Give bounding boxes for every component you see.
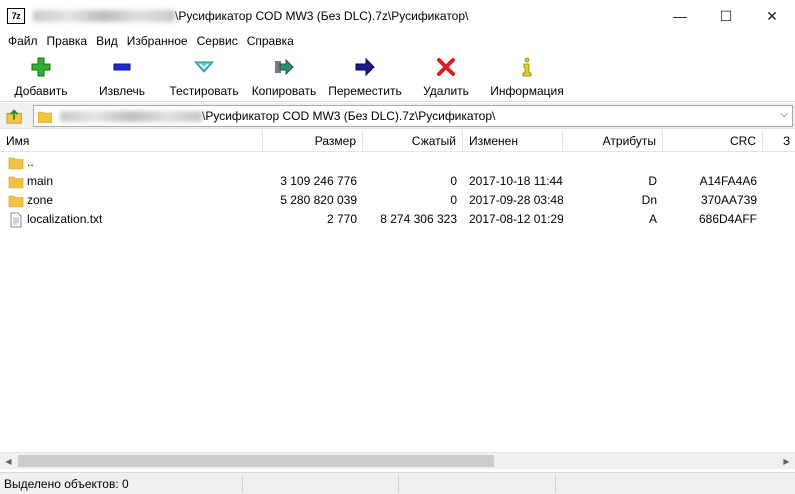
- file-attributes: A: [648, 212, 657, 226]
- app-icon: 7z: [7, 8, 25, 24]
- folder-icon: [8, 176, 24, 188]
- address-path-blurred: [60, 110, 202, 122]
- column-name[interactable]: Имя: [0, 130, 263, 152]
- file-list: Имя Размер Сжатый Изменен Атрибуты CRC З…: [0, 130, 795, 452]
- add-icon: [31, 57, 51, 77]
- file-attributes: Dn: [641, 193, 657, 207]
- status-bar: Выделено объектов: 0: [0, 472, 795, 494]
- list-item[interactable]: localization.txt 2 770 8 274 306 323 201…: [0, 210, 795, 229]
- list-item[interactable]: ..: [0, 153, 795, 172]
- column-size[interactable]: Размер: [263, 130, 363, 152]
- list-item[interactable]: main 3 109 246 776 0 2017-10-18 11:44 D …: [0, 172, 795, 191]
- copy-arrow-icon: [275, 58, 294, 76]
- menu-tools[interactable]: Сервис: [192, 34, 242, 48]
- selection-status: Выделено объектов: 0: [4, 477, 129, 491]
- scroll-right-icon[interactable]: ▶: [778, 453, 795, 470]
- file-size: 3 109 246 776: [280, 174, 357, 188]
- file-crc: 686D4AFF: [698, 212, 757, 226]
- file-packed: 0: [450, 174, 457, 188]
- move-label: Переместить: [328, 84, 402, 98]
- test-button[interactable]: Тестировать: [168, 56, 240, 100]
- address-path: \Русификатор COD MW3 (Без DLC).7z\Русифи…: [202, 109, 496, 123]
- file-modified: 2017-09-28 03:48: [469, 193, 563, 207]
- title-path-blurred: [33, 10, 175, 22]
- info-icon: [522, 57, 532, 77]
- window-title: \Русификатор COD MW3 (Без DLC).7z\Русифи…: [175, 9, 469, 23]
- column-packed[interactable]: Сжатый: [363, 130, 463, 152]
- file-packed: 8 274 306 323: [380, 212, 457, 226]
- info-label: Информация: [490, 84, 564, 98]
- menu-file[interactable]: Файл: [0, 34, 42, 48]
- status-divider: [242, 475, 243, 493]
- file-modified: 2017-10-18 11:44: [469, 174, 563, 188]
- up-folder-button[interactable]: [4, 106, 26, 126]
- maximize-button[interactable]: ☐: [703, 0, 749, 32]
- status-divider: [555, 475, 556, 493]
- extract-button[interactable]: Извлечь: [96, 56, 148, 100]
- add-label: Добавить: [14, 84, 68, 98]
- menu-edit[interactable]: Правка: [42, 34, 92, 48]
- file-crc: 370AA739: [700, 193, 757, 207]
- scroll-left-icon[interactable]: ◀: [0, 453, 17, 470]
- file-packed: 0: [450, 193, 457, 207]
- move-button[interactable]: Переместить: [328, 56, 402, 100]
- column-extra[interactable]: З: [763, 130, 795, 152]
- copy-label: Копировать: [251, 84, 317, 98]
- menu-favorites[interactable]: Избранное: [122, 34, 192, 48]
- scrollbar-thumb[interactable]: [18, 455, 494, 467]
- folder-icon: [8, 157, 24, 169]
- menu-view[interactable]: Вид: [91, 34, 122, 48]
- file-name: main: [27, 174, 54, 188]
- file-size: 5 280 820 039: [280, 193, 357, 207]
- delete-x-icon: [437, 58, 455, 76]
- list-item[interactable]: zone 5 280 820 039 0 2017-09-28 03:48 Dn…: [0, 191, 795, 210]
- column-crc[interactable]: CRC: [663, 130, 763, 152]
- file-name: zone: [27, 193, 54, 207]
- up-folder-icon: [6, 109, 22, 124]
- text-file-icon: [10, 212, 22, 227]
- file-name: ..: [27, 155, 34, 169]
- column-modified[interactable]: Изменен: [463, 130, 563, 152]
- minimize-button[interactable]: —: [657, 0, 703, 32]
- copy-button[interactable]: Копировать: [250, 56, 318, 100]
- status-divider: [398, 475, 399, 493]
- delete-button[interactable]: Удалить: [421, 56, 471, 100]
- column-attributes[interactable]: Атрибуты: [563, 130, 663, 152]
- toolbar: Добавить Извлечь Тестировать Копировать …: [0, 52, 795, 102]
- menu-bar: Файл Правка Вид Избранное Сервис Справка: [0, 32, 298, 50]
- folder-icon: [38, 111, 52, 123]
- folder-icon: [8, 195, 24, 207]
- delete-label: Удалить: [423, 84, 469, 98]
- file-name: localization.txt: [27, 212, 103, 226]
- test-chevron-icon: [193, 61, 215, 73]
- extract-label: Извлечь: [98, 84, 145, 98]
- file-modified: 2017-08-12 01:29: [469, 212, 563, 226]
- list-header: Имя Размер Сжатый Изменен Атрибуты CRC З: [0, 130, 795, 152]
- horizontal-scrollbar[interactable]: ◀ ▶: [0, 452, 795, 469]
- address-field[interactable]: \Русификатор COD MW3 (Без DLC).7z\Русифи…: [33, 105, 793, 127]
- move-arrow-icon: [355, 57, 375, 77]
- file-attributes: D: [648, 174, 657, 188]
- address-row: \Русификатор COD MW3 (Без DLC).7z\Русифи…: [0, 103, 795, 129]
- window-controls: — ☐ ✕: [657, 0, 795, 32]
- info-button[interactable]: Информация: [489, 56, 565, 100]
- minus-icon: [113, 63, 131, 71]
- add-button[interactable]: Добавить: [13, 56, 69, 100]
- file-crc: A14FA4A6: [699, 174, 757, 188]
- file-size: 2 770: [326, 212, 357, 226]
- chevron-down-icon[interactable]: ⌵: [780, 109, 788, 120]
- menu-help[interactable]: Справка: [242, 34, 298, 48]
- title-bar: 7z \Русификатор COD MW3 (Без DLC).7z\Рус…: [0, 0, 795, 32]
- test-label: Тестировать: [169, 84, 239, 98]
- close-button[interactable]: ✕: [749, 0, 795, 32]
